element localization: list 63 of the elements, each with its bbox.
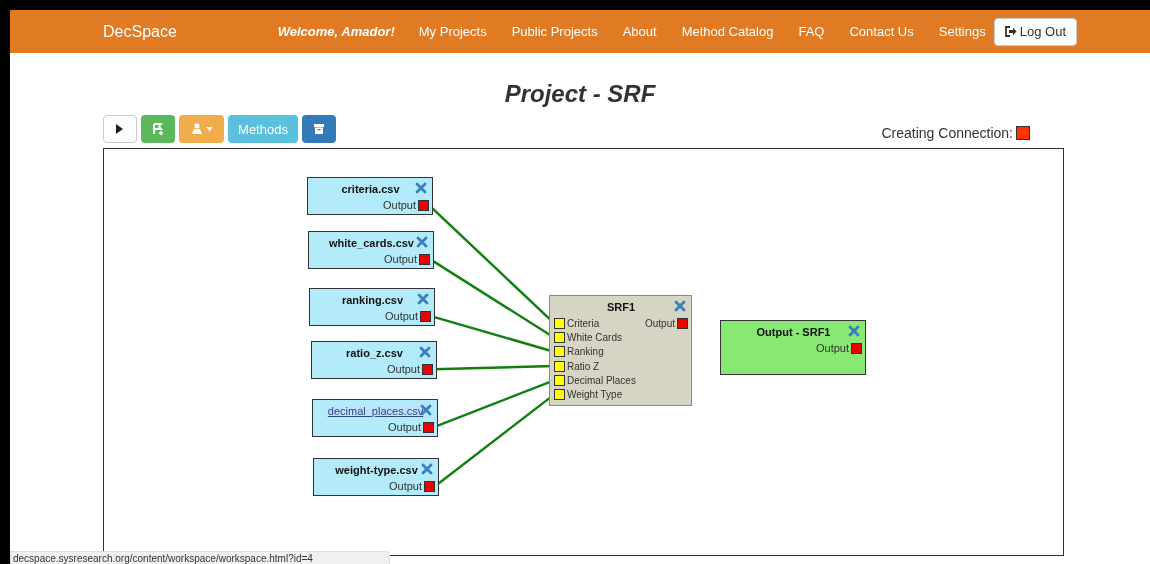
file-node[interactable]: ranking.csv Output <box>309 288 435 326</box>
output-port[interactable] <box>677 317 688 329</box>
file-node[interactable]: decimal_places.csv Output <box>312 399 438 437</box>
input-port[interactable] <box>554 346 565 358</box>
logout-button[interactable]: Log Out <box>993 17 1077 46</box>
output-port[interactable] <box>423 421 434 433</box>
port-label: Output <box>384 310 418 323</box>
archive-button[interactable] <box>302 115 336 143</box>
run-button[interactable] <box>103 115 137 143</box>
output-port[interactable] <box>419 253 430 265</box>
page-title: Project - SRF <box>503 79 657 109</box>
port-label: Output <box>382 199 416 212</box>
archive-icon <box>313 123 325 135</box>
close-icon[interactable] <box>415 182 427 194</box>
node-title: criteria.csv <box>341 182 400 195</box>
file-node[interactable]: criteria.csv Output <box>307 177 433 215</box>
input-port[interactable] <box>554 317 565 329</box>
logout-icon <box>1004 26 1017 37</box>
file-node[interactable]: ratio_z.csv Output <box>311 341 437 379</box>
close-icon[interactable] <box>848 325 860 337</box>
output-port[interactable] <box>424 480 435 492</box>
node-title: decimal_places.csv <box>327 404 424 417</box>
node-title: white_cards.csv <box>329 236 414 249</box>
flag-plus-icon <box>152 123 164 135</box>
output-port[interactable] <box>420 310 431 322</box>
method-node[interactable]: SRF1 Criteria White Cards Ranking Ratio Z Decimal Places Weight Type Output <box>549 295 692 406</box>
output-port[interactable] <box>851 342 862 354</box>
port-label: Output <box>387 421 421 434</box>
port-label: Output <box>383 253 417 266</box>
close-icon[interactable] <box>416 236 428 248</box>
caret-icon <box>205 127 213 131</box>
input-port[interactable] <box>554 331 565 343</box>
port-label: Output <box>386 363 420 376</box>
output-port[interactable] <box>418 199 429 211</box>
node-title: weight-type.csv <box>335 463 418 476</box>
node-title: ratio_z.csv <box>346 346 403 359</box>
port-label: Weight Type <box>567 389 623 401</box>
connection-status-label: Creating Connection: <box>881 125 1013 141</box>
input-port[interactable] <box>554 374 565 386</box>
port-label: Decimal Places <box>567 374 636 386</box>
close-icon[interactable] <box>421 463 433 475</box>
port-label: Ratio Z <box>567 360 600 372</box>
output-port[interactable] <box>422 363 433 375</box>
close-icon[interactable] <box>417 293 429 305</box>
node-title: SRF1 <box>606 300 636 313</box>
file-node[interactable]: white_cards.csv Output <box>308 231 434 269</box>
close-icon[interactable] <box>419 346 431 358</box>
port-label: Output <box>815 342 849 355</box>
input-port[interactable] <box>554 389 565 401</box>
port-label: Output <box>644 317 675 329</box>
close-icon[interactable] <box>674 300 686 312</box>
input-port[interactable] <box>554 360 565 372</box>
node-title: Output - SRF1 <box>756 325 831 338</box>
port-label: White Cards <box>567 331 622 343</box>
output-node[interactable]: Output - SRF1 Output <box>720 320 866 375</box>
person-icon <box>190 123 203 135</box>
port-label: Ranking <box>567 346 604 358</box>
node-title: ranking.csv <box>341 293 404 306</box>
status-bar-url: decspace.sysresearch.org/content/workspace/workspace.html?id=4 <box>10 551 390 564</box>
port-label: Output <box>388 480 422 493</box>
port-label: Criteria <box>567 317 600 329</box>
welcome-text: Welcome, Amador! <box>277 24 395 39</box>
file-node[interactable]: weight-type.csv Output <box>313 458 439 496</box>
